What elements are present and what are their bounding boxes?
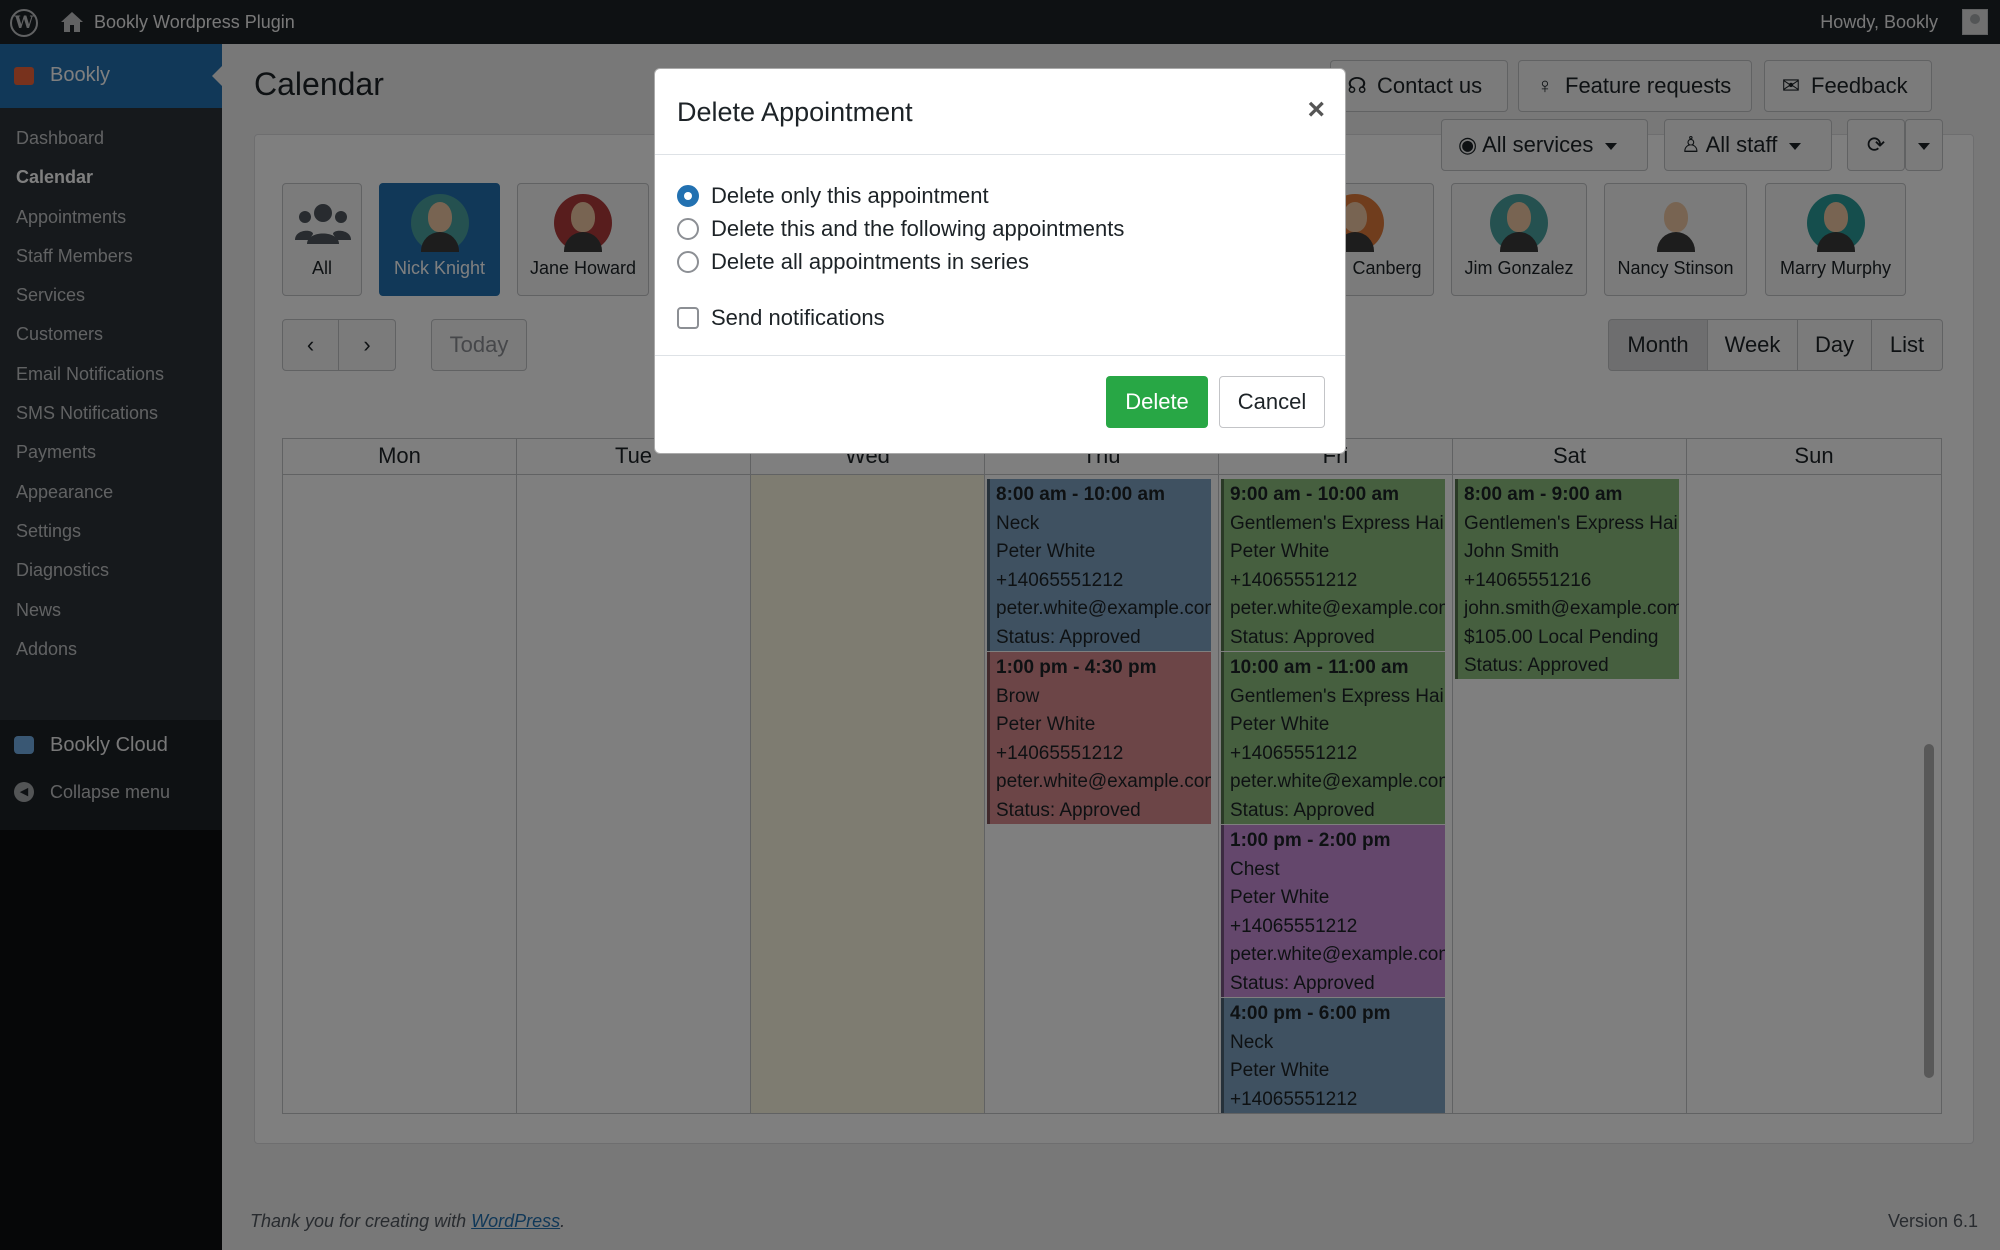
checkbox-label: Send notifications	[711, 305, 885, 330]
dialog-footer: Delete Cancel	[655, 355, 1345, 453]
cancel-button[interactable]: Cancel	[1219, 376, 1325, 428]
close-icon[interactable]: ×	[1307, 93, 1325, 127]
option-delete-all-series[interactable]: Delete all appointments in series	[677, 249, 1029, 275]
option-delete-following[interactable]: Delete this and the following appointmen…	[677, 216, 1124, 242]
option-label: Delete all appointments in series	[711, 249, 1029, 274]
dialog-header: Delete Appointment ×	[655, 69, 1345, 155]
send-notifications-checkbox[interactable]: Send notifications	[677, 305, 885, 331]
radio-button[interactable]	[677, 185, 699, 207]
option-delete-only-this[interactable]: Delete only this appointment	[677, 183, 989, 209]
option-label: Delete this and the following appointmen…	[711, 216, 1125, 241]
checkbox[interactable]	[677, 307, 699, 329]
radio-button[interactable]	[677, 251, 699, 273]
delete-button[interactable]: Delete	[1106, 376, 1208, 428]
radio-button[interactable]	[677, 218, 699, 240]
option-label: Delete only this appointment	[711, 183, 989, 208]
delete-appointment-dialog: Delete Appointment × Delete only this ap…	[654, 68, 1346, 454]
dialog-title: Delete Appointment	[677, 97, 913, 127]
